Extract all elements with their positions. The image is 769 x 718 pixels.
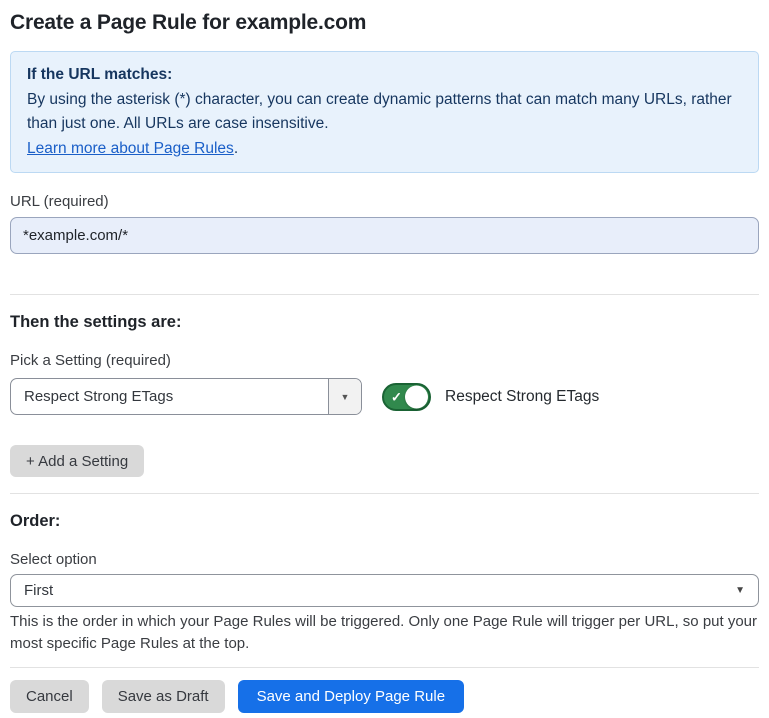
info-box-heading: If the URL matches: xyxy=(27,63,742,88)
order-select[interactable]: First ▼ xyxy=(10,574,759,607)
setting-select[interactable]: Respect Strong ETags ▼ xyxy=(10,378,362,415)
check-icon: ✓ xyxy=(391,390,402,403)
chevron-down-icon: ▼ xyxy=(735,575,758,606)
url-input[interactable] xyxy=(10,217,759,254)
chevron-down-icon[interactable]: ▼ xyxy=(328,379,361,414)
toggle-label: Respect Strong ETags xyxy=(445,388,599,406)
info-box-body: By using the asterisk (*) character, you… xyxy=(27,88,742,137)
save-draft-button[interactable]: Save as Draft xyxy=(102,680,225,713)
order-help-text: This is the order in which your Page Rul… xyxy=(10,611,759,655)
setting-select-value: Respect Strong ETags xyxy=(11,379,328,414)
link-suffix: . xyxy=(234,140,238,157)
respect-strong-etags-toggle[interactable]: ✓ xyxy=(382,383,431,411)
order-select-value: First xyxy=(11,575,735,606)
add-setting-button[interactable]: + Add a Setting xyxy=(10,445,144,477)
divider xyxy=(10,493,759,494)
select-option-label: Select option xyxy=(10,551,759,568)
divider xyxy=(10,667,759,668)
cancel-button[interactable]: Cancel xyxy=(10,680,89,713)
save-deploy-button[interactable]: Save and Deploy Page Rule xyxy=(238,680,464,713)
setting-row: Respect Strong ETags ▼ ✓ Respect Strong … xyxy=(10,378,759,415)
footer-actions: Cancel Save as Draft Save and Deploy Pag… xyxy=(10,680,759,713)
toggle-knob xyxy=(405,385,428,408)
url-label: URL (required) xyxy=(10,193,759,210)
info-box-link-line: Learn more about Page Rules. xyxy=(27,137,742,162)
url-matches-info-box: If the URL matches: By using the asteris… xyxy=(10,51,759,173)
learn-more-link[interactable]: Learn more about Page Rules xyxy=(27,140,234,157)
divider xyxy=(10,294,759,295)
pick-setting-label: Pick a Setting (required) xyxy=(10,352,759,369)
page-title: Create a Page Rule for example.com xyxy=(10,0,759,35)
order-heading: Order: xyxy=(10,512,759,531)
settings-heading: Then the settings are: xyxy=(10,313,759,332)
